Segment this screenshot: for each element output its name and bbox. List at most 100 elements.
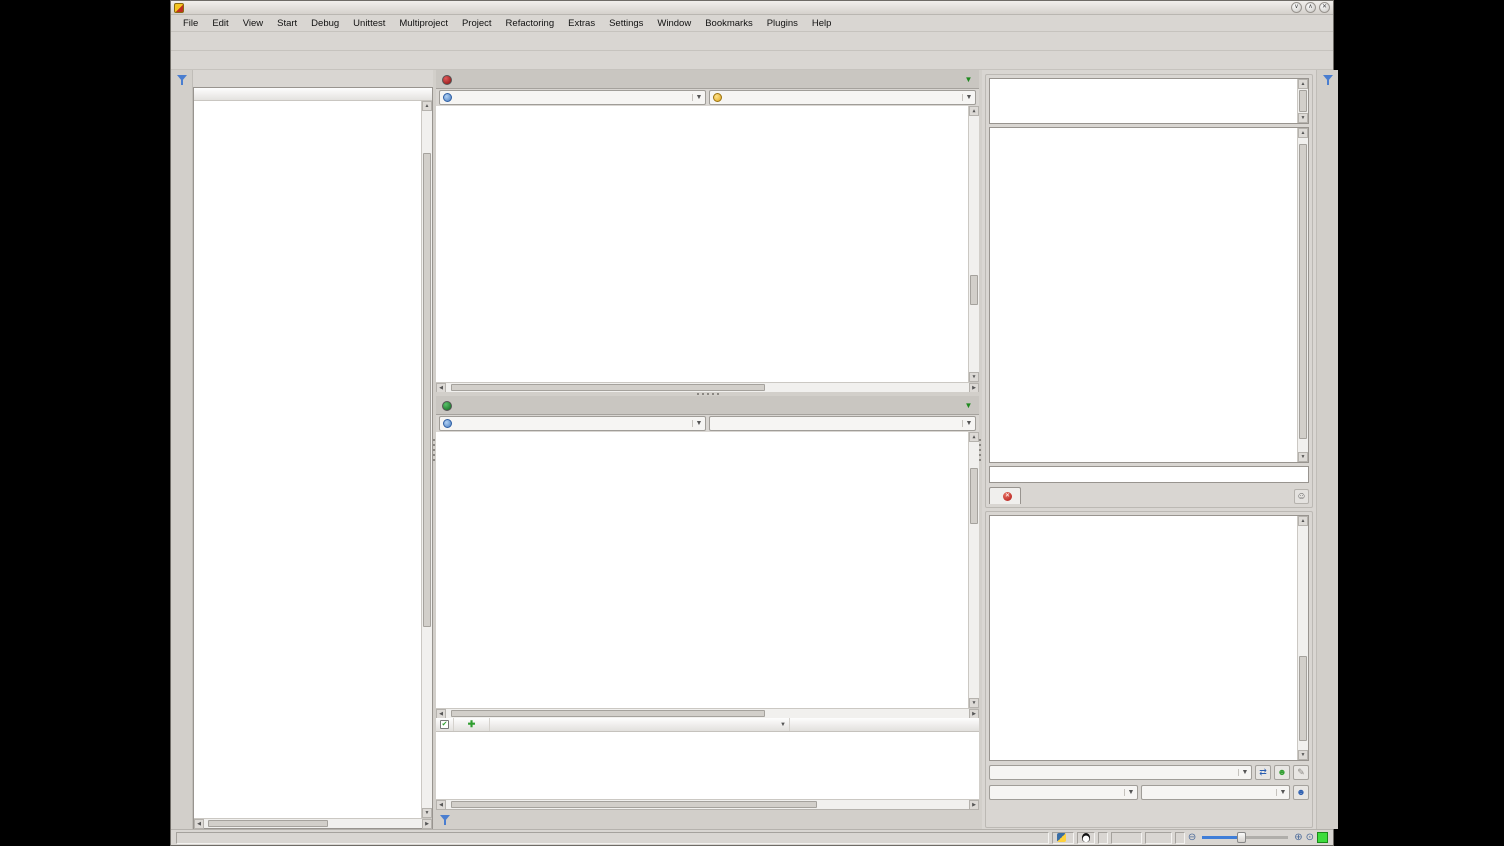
editor-bottom-tabbar: [436, 396, 979, 415]
add-task-button[interactable]: ✚: [454, 718, 490, 731]
menu-item[interactable]: Help: [805, 16, 839, 31]
scroll-up-icon[interactable]: ▲: [1298, 79, 1308, 89]
scroll-up-icon[interactable]: ▲: [422, 101, 432, 111]
network-scrollbar[interactable]: ▲ ▼: [1297, 516, 1308, 760]
filter-icon[interactable]: [439, 814, 451, 826]
file-list-dropdown-icon[interactable]: [962, 399, 975, 412]
online-indicator: [1317, 832, 1328, 843]
scroll-down-icon[interactable]: ▼: [1298, 452, 1308, 462]
away-button[interactable]: ☻: [1274, 765, 1290, 780]
menu-item[interactable]: Plugins: [760, 16, 805, 31]
title-bar[interactable]: ∨ ∧ ✕: [171, 1, 1333, 15]
sort-icon: ▼: [780, 722, 786, 728]
editor-vertical-scrollbar[interactable]: ▲ ▼: [968, 106, 979, 382]
editor-vertical-scrollbar[interactable]: ▲ ▼: [968, 432, 979, 708]
menu-item[interactable]: File: [176, 16, 205, 31]
method-combo[interactable]: [709, 90, 976, 105]
scroll-up-icon[interactable]: ▲: [969, 432, 979, 442]
scroll-up-icon[interactable]: ▲: [1298, 516, 1308, 526]
join-channel-button[interactable]: ☻: [1293, 785, 1309, 800]
scroll-up-icon[interactable]: ▲: [969, 106, 979, 116]
code-area-bottom[interactable]: [436, 432, 968, 708]
method-icon: [713, 93, 722, 102]
network-group: ▲ ▼ ⇄ ☻ ✎: [985, 511, 1313, 828]
scroll-left-icon[interactable]: ◀: [194, 819, 204, 829]
channel-message-area[interactable]: [990, 128, 1297, 462]
join-channel-combo[interactable]: [1141, 785, 1290, 800]
left-sidebar-strip: [171, 70, 193, 829]
zoom-in-icon[interactable]: ⊕: [1294, 832, 1302, 844]
channel-tab[interactable]: [989, 487, 1021, 504]
encoding-indicator[interactable]: [1052, 832, 1074, 844]
edit-network-button[interactable]: ✎: [1293, 765, 1309, 780]
scroll-down-icon[interactable]: ▼: [422, 808, 432, 818]
menu-item[interactable]: Edit: [205, 16, 235, 31]
task-horizontal-scrollbar[interactable]: ◀ ▶: [436, 799, 979, 809]
scroll-down-icon[interactable]: ▼: [1298, 750, 1308, 760]
menu-item[interactable]: Multiproject: [392, 16, 455, 31]
irc-panel: ▲ ▼ ▲ ▼: [982, 70, 1316, 829]
filter-icon[interactable]: [1322, 74, 1334, 86]
menu-item[interactable]: Debug: [304, 16, 346, 31]
scroll-down-icon[interactable]: ▼: [969, 372, 979, 382]
menu-item[interactable]: Unittest: [346, 16, 392, 31]
emote-button[interactable]: [1294, 489, 1309, 504]
readwrite-indicator[interactable]: [1098, 832, 1108, 844]
menu-item[interactable]: Window: [650, 16, 698, 31]
network-message-area[interactable]: [990, 512, 1297, 760]
splitter-handle[interactable]: [433, 70, 436, 829]
chat-scrollbar[interactable]: ▲ ▼: [1297, 128, 1308, 462]
zoom-out-icon[interactable]: ⊖: [1188, 832, 1196, 844]
line-indicator: [1111, 832, 1142, 844]
minimize-button[interactable]: ∨: [1291, 2, 1302, 13]
scroll-down-icon[interactable]: ▼: [1298, 113, 1308, 123]
method-combo[interactable]: [709, 416, 976, 431]
close-channel-icon[interactable]: [1003, 492, 1012, 501]
scroll-up-icon[interactable]: ▲: [1298, 128, 1308, 138]
bottom-tool-tabs: [436, 809, 979, 829]
summary-column-header[interactable]: ▼: [490, 718, 790, 731]
class-combo[interactable]: [439, 90, 706, 105]
message-input[interactable]: [989, 466, 1309, 483]
app-icon: [174, 3, 184, 13]
chevron-down-icon: [1238, 769, 1251, 776]
menu-bar: File Edit View Start Debug Unittest Mult…: [171, 15, 1333, 32]
server-combo[interactable]: [989, 765, 1252, 780]
file-list-dropdown-icon[interactable]: [962, 73, 975, 86]
close-button[interactable]: ✕: [1319, 2, 1330, 13]
splitter-handle[interactable]: [436, 392, 979, 396]
connect-button[interactable]: ⇄: [1255, 765, 1271, 780]
menu-item[interactable]: Refactoring: [499, 16, 562, 31]
scroll-right-icon[interactable]: ▶: [422, 819, 432, 829]
editor-top: ▲ ▼ ◀ ▶: [436, 70, 979, 392]
project-tree: [194, 101, 421, 818]
code-area-top[interactable]: [436, 106, 968, 382]
eol-indicator[interactable]: [1077, 832, 1095, 844]
zoom-reset-icon[interactable]: ⊙: [1306, 832, 1314, 844]
maximize-button[interactable]: ∧: [1305, 2, 1316, 13]
editor-horizontal-scrollbar[interactable]: ◀ ▶: [436, 708, 979, 718]
menu-item[interactable]: Bookmarks: [698, 16, 760, 31]
filename-column-header[interactable]: [790, 718, 979, 731]
scroll-down-icon[interactable]: ▼: [969, 698, 979, 708]
user-list-scrollbar[interactable]: ▲ ▼: [1297, 79, 1308, 123]
project-viewer: ▲ ▼ ◀ ▶: [193, 70, 433, 829]
menu-item[interactable]: Project: [455, 16, 499, 31]
class-combo[interactable]: [439, 416, 706, 431]
menu-item[interactable]: View: [236, 16, 270, 31]
menu-item[interactable]: Settings: [602, 16, 650, 31]
zoom-slider-handle[interactable]: [1237, 832, 1246, 843]
editor-horizontal-scrollbar[interactable]: ◀ ▶: [436, 382, 979, 392]
splitter-handle[interactable]: [979, 70, 982, 829]
filter-icon[interactable]: [176, 74, 188, 86]
task-filter-checkbox[interactable]: ✔: [436, 718, 454, 731]
zoom-slider[interactable]: [1202, 836, 1288, 839]
channel-user-list[interactable]: [990, 79, 1297, 123]
menu-item[interactable]: Extras: [561, 16, 602, 31]
tree-horizontal-scrollbar[interactable]: ◀ ▶: [194, 818, 432, 828]
menu-item[interactable]: Start: [270, 16, 304, 31]
editor-status-icon: [442, 401, 452, 411]
nickname-combo[interactable]: [989, 785, 1138, 800]
tree-column-header[interactable]: [194, 88, 432, 101]
tree-vertical-scrollbar[interactable]: ▲ ▼: [421, 101, 432, 818]
